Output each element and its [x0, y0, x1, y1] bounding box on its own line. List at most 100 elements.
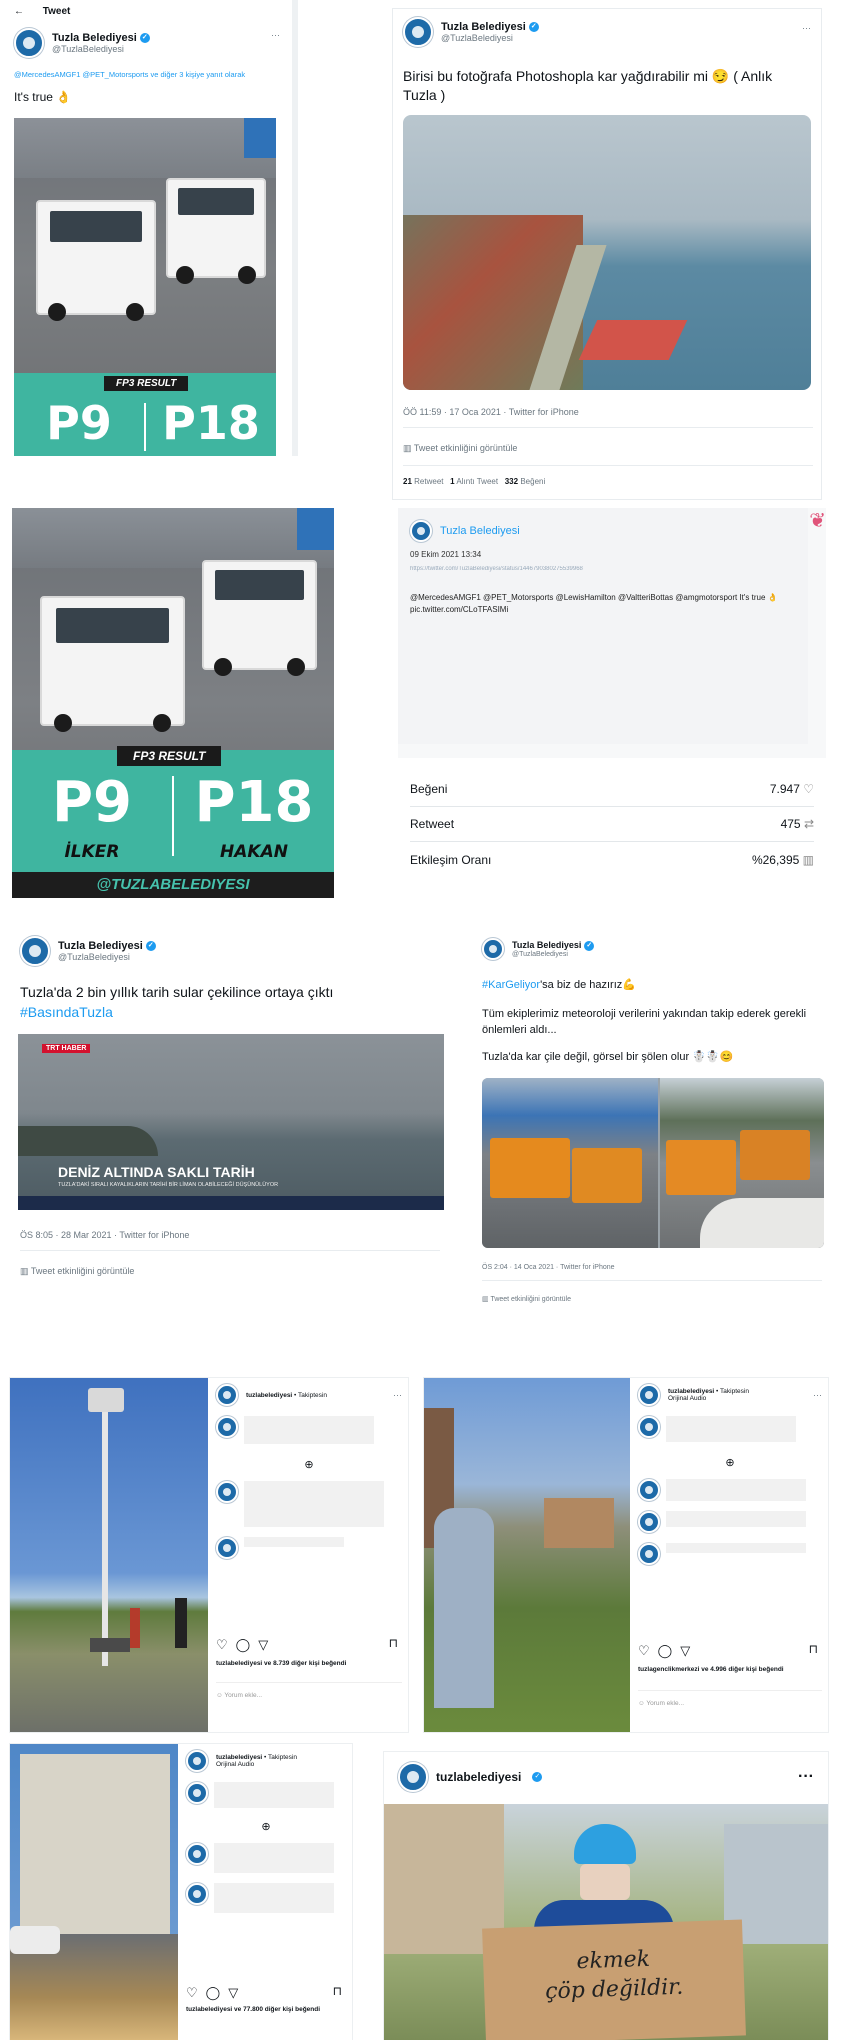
tweet-author[interactable]: Tuzla Belediyesi ✓ @TuzlaBelediyesi — [403, 17, 539, 47]
tweet-author[interactable]: Tuzla Belediyesi ✓ @TuzlaBelediyesi — [14, 28, 150, 58]
post-image[interactable]: ekmek çöp değildir. — [384, 1804, 828, 2040]
tweet-activity-link[interactable]: ▥ Tweet etkinliğini görüntüle — [20, 1266, 134, 1277]
tweet-image[interactable] — [403, 115, 811, 390]
avatar[interactable] — [186, 1883, 208, 1905]
avatar[interactable] — [638, 1543, 660, 1565]
audio-label[interactable]: Orijinal Audio — [216, 1761, 254, 1768]
heart-icon[interactable]: ♡ — [216, 1637, 228, 1653]
share-icon[interactable]: ▽ — [228, 1985, 238, 2001]
like-summary[interactable]: tuzlabelediyesi ve 8.739 diğer kişi beğe… — [216, 1660, 346, 1667]
avatar[interactable] — [638, 1384, 660, 1406]
avatar[interactable] — [638, 1416, 660, 1438]
post-image[interactable] — [10, 1378, 208, 1732]
tweet-image[interactable]: FP3 RESULT P9 P18 — [14, 118, 276, 456]
audio-label[interactable]: Orijinal Audio — [668, 1395, 706, 1402]
share-icon[interactable]: ▽ — [680, 1643, 690, 1659]
more-icon[interactable]: ··· — [798, 1768, 814, 1786]
more-icon[interactable]: ··· — [271, 30, 280, 40]
tweet-card-aerial: Tuzla Belediyesi ✓ @TuzlaBelediyesi ··· B… — [392, 8, 822, 500]
hashtag-link[interactable]: #KarGeliyor — [482, 979, 540, 991]
embedded-tweet[interactable]: Tuzla Belediyesi 09 Ekim 2021 13:34 http… — [398, 508, 808, 744]
back-arrow-icon[interactable]: ← — [14, 6, 24, 17]
add-circle-icon[interactable]: ⊕ — [216, 1458, 402, 1471]
tweet-stats: 21 Retweet 1 Alıntı Tweet 332 Beğeni — [403, 477, 545, 486]
tweet-author[interactable]: Tuzla Belediyesi ✓ @TuzlaBelediyesi — [482, 938, 595, 960]
comment-icon[interactable]: ◯ — [658, 1643, 673, 1659]
avatar[interactable] — [186, 1843, 208, 1865]
like-label[interactable]: Beğeni — [520, 477, 545, 486]
comment-icon[interactable]: ◯ — [206, 1985, 221, 2001]
author-name[interactable]: Tuzla Belediyesi — [440, 525, 520, 537]
verified-icon: ✓ — [145, 941, 156, 952]
comment-input[interactable]: ☺ Yorum ekle... — [216, 1692, 262, 1699]
divider — [482, 1280, 822, 1281]
post-image[interactable] — [424, 1378, 630, 1732]
hashtag-link[interactable]: #BasındaTuzla — [20, 1004, 113, 1020]
add-circle-icon[interactable]: ⊕ — [186, 1820, 346, 1833]
tweet-link[interactable]: https://twitter.com/TuzlaBelediyesi/stat… — [410, 566, 790, 572]
heart-icon[interactable]: ♡ — [638, 1643, 650, 1659]
track-background — [14, 118, 276, 178]
tweet-author[interactable]: Tuzla Belediyesi ✓ @TuzlaBelediyesi — [20, 936, 156, 966]
retweet-count: 21 — [403, 477, 412, 486]
account-name[interactable]: tuzlabelediyesi — [216, 1754, 262, 1761]
author-name: Tuzla Belediyesi — [58, 940, 143, 952]
avatar[interactable] — [410, 520, 432, 542]
tweet-text: 'sa biz de hazırız💪 — [540, 979, 636, 991]
instagram-post-1: tuzlabelediyesi • Takiptesin ··· ⊕ ♡ ◯ ▽ ⊓… — [10, 1378, 408, 1732]
verified-icon: ✓ — [528, 22, 539, 33]
avatar[interactable] — [216, 1416, 238, 1438]
post-image[interactable] — [10, 1744, 178, 2040]
more-icon[interactable]: ··· — [813, 1390, 822, 1400]
add-circle-icon[interactable]: ⊕ — [638, 1456, 822, 1469]
fp3-result-image[interactable]: FP3 RESULT P9 P18 İLKER HAKAN @TUZLABELE… — [12, 508, 334, 898]
follow-status[interactable]: Takiptesin — [298, 1392, 327, 1399]
more-icon[interactable]: ··· — [802, 23, 811, 33]
avatar[interactable] — [403, 17, 433, 47]
follow-status[interactable]: Takiptesin — [268, 1754, 297, 1761]
post-header: tuzlabelediyesi ✓ ··· — [398, 1762, 814, 1792]
comment-icon[interactable]: ◯ — [236, 1637, 251, 1653]
track-background — [12, 508, 334, 568]
bookmark-icon[interactable]: ⊓ — [389, 1636, 398, 1650]
avatar[interactable] — [14, 28, 44, 58]
bookmark-icon[interactable]: ⊓ — [333, 1984, 342, 1998]
account-name[interactable]: tuzlabelediyesi — [668, 1388, 714, 1395]
stat-label: Retweet — [410, 817, 455, 831]
avatar[interactable] — [186, 1750, 208, 1772]
account-name[interactable]: tuzlabelediyesi — [436, 1770, 521, 1784]
tweet-activity-link[interactable]: ▥ Tweet etkinliğini görüntüle — [403, 443, 517, 454]
quote-label[interactable]: Alıntı Tweet — [456, 477, 498, 486]
reply-to-text[interactable]: @MercedesAMGF1 @PET_Motorsports ve diğer… — [14, 70, 292, 79]
avatar[interactable] — [482, 938, 504, 960]
heart-icon[interactable]: ♡ — [186, 1985, 198, 2001]
avatar[interactable] — [20, 936, 50, 966]
share-icon[interactable]: ▽ — [258, 1637, 268, 1653]
like-summary[interactable]: tuzlabelediyesi ve 77.800 diğer kişi beğ… — [186, 2006, 320, 2013]
comment-input[interactable]: ☺ Yorum ekle... — [638, 1700, 684, 1707]
news-video-thumbnail[interactable]: TRT HABER DENİZ ALTINDA SAKLI TARİH TUZL… — [18, 1034, 444, 1210]
bookmark-icon[interactable]: ⊓ — [809, 1642, 818, 1656]
truck-right — [202, 560, 317, 676]
avatar[interactable] — [216, 1384, 238, 1406]
account-name[interactable]: tuzlabelediyesi — [246, 1392, 292, 1399]
avatar[interactable] — [638, 1479, 660, 1501]
activity-label: Tweet etkinliğini görüntüle — [30, 1266, 135, 1276]
divider — [403, 427, 813, 428]
follow-status[interactable]: Takiptesin — [720, 1388, 749, 1395]
cardboard-sign: ekmek çöp değildir. — [482, 1919, 746, 2040]
tweet-activity-link[interactable]: ▥ Tweet etkinliğini görüntüle — [482, 1295, 571, 1303]
person-back — [434, 1508, 494, 1708]
more-icon[interactable]: ··· — [393, 1390, 402, 1400]
tweet-stats-card: ❦ Tuzla Belediyesi 09 Ekim 2021 13:34 ht… — [398, 508, 826, 898]
avatar[interactable] — [186, 1782, 208, 1804]
tweet-image-grid[interactable] — [482, 1078, 824, 1248]
retweet-label[interactable]: Retweet — [414, 477, 443, 486]
avatar[interactable] — [398, 1762, 428, 1792]
stat-value: 475 — [780, 817, 801, 831]
tweet-date: 09 Ekim 2021 13:34 — [410, 550, 482, 559]
avatar[interactable] — [216, 1481, 238, 1503]
avatar[interactable] — [216, 1537, 238, 1559]
avatar[interactable] — [638, 1511, 660, 1533]
like-summary[interactable]: tuzlagenclikmerkezi ve 4.996 diğer kişi … — [638, 1666, 822, 1673]
